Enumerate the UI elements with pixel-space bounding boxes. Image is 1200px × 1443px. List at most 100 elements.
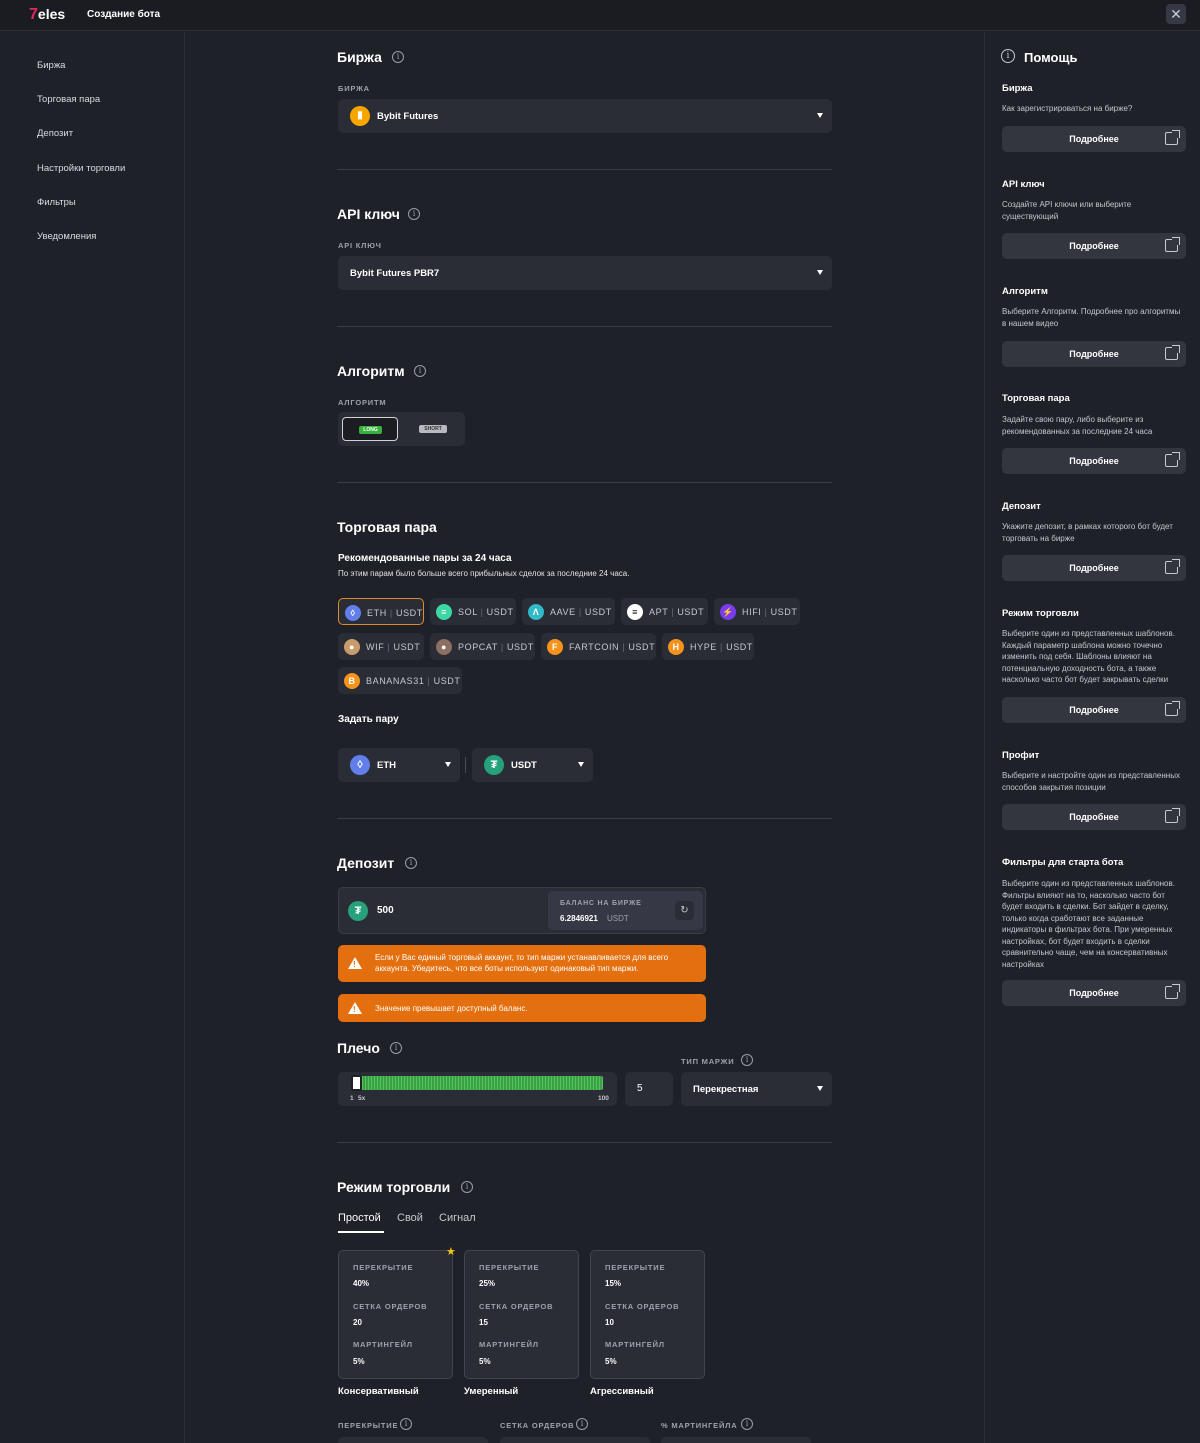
pair-chip-apt[interactable]: ≡ APT | USDT [621,598,708,625]
help-heading: API ключ [1002,179,1045,190]
info-icon[interactable]: i [741,1054,753,1066]
help-heading: Режим торговли [1002,608,1079,619]
sidebar-item-trading-settings[interactable]: Настройки торговли [37,163,125,174]
sidebar-item-deposit[interactable]: Депозит [37,128,73,139]
help-more-button[interactable]: Подробнее [1002,555,1186,581]
help-text: Укажите депозит, в рамках которого бот б… [1002,522,1173,543]
help-text: Выберите один из представленных шаблонов… [1002,879,1175,969]
margin-type-select[interactable]: Перекрестная [681,1072,832,1106]
base-coin-select[interactable]: ◊ ETH [338,748,460,782]
overlap-input[interactable] [338,1437,488,1443]
help-heading: Биржа [1002,83,1033,94]
pair-section-title: Торговая пара [337,519,437,535]
pair-chip-hifi[interactable]: ⚡ HIFI | USDT [714,598,800,625]
info-icon[interactable]: i [400,1418,412,1430]
warning-icon [348,1002,362,1015]
help-heading: Депозит [1002,501,1041,512]
help-more-button[interactable]: Подробнее [1002,233,1186,259]
api-section-title: API ключ [337,206,400,222]
help-heading: Алгоритм [1002,286,1048,297]
external-link-icon [1165,452,1180,467]
leverage-thumb[interactable] [351,1075,362,1091]
aave-icon: Λ [528,604,544,620]
grid-input[interactable] [500,1437,650,1443]
margin-type-value: Перекрестная [693,1084,759,1095]
external-link-icon [1165,984,1180,999]
base-coin-value: ETH [377,760,396,771]
eth-icon: ◊ [345,605,361,621]
help-more-button[interactable]: Подробнее [1002,804,1186,830]
help-more-button[interactable]: Подробнее [1002,448,1186,474]
pair-chip-eth[interactable]: ◊ ETH | USDT [338,598,424,625]
pair-chip-hype[interactable]: H HYPE | USDT [662,633,754,660]
info-icon[interactable]: i [405,857,417,869]
pair-chip-bananas31[interactable]: B BANANAS31 | USDT [338,667,462,694]
divider [337,1142,832,1143]
deposit-input[interactable]: 500 [377,905,394,916]
sidebar-item-filters[interactable]: Фильтры [37,197,76,208]
top-bar: 7eles Создание бота ✕ [0,0,1200,31]
info-icon[interactable]: i [408,208,420,220]
exchange-balance-box: БАЛАНС НА БИРЖЕ 6.2846921 USDT ↻ [548,891,703,930]
info-icon[interactable]: i [414,365,426,377]
external-link-icon [1165,808,1180,823]
info-icon[interactable]: i [741,1418,753,1430]
pair-chip-sol[interactable]: ≡ SOL | USDT [430,598,516,625]
info-icon[interactable]: i [390,1042,402,1054]
mode-card-conservative-name: Консервативный [338,1386,419,1397]
margin-warning: Если у Вас единый торговый аккаунт, то т… [338,945,706,982]
info-icon[interactable]: i [576,1418,588,1430]
algo-long-button[interactable]: LONG [342,417,398,441]
long-badge: LONG [359,426,382,434]
leverage-input[interactable]: 5 [625,1072,673,1106]
help-more-button[interactable]: Подробнее [1002,126,1186,152]
close-icon: ✕ [1170,6,1182,22]
help-more-button[interactable]: Подробнее [1002,341,1186,367]
sidebar-item-exchange[interactable]: Биржа [37,60,65,71]
close-button[interactable]: ✕ [1166,4,1186,24]
martingale-input[interactable] [661,1437,811,1443]
leverage-slider[interactable]: 1 5x 100 [338,1072,617,1106]
info-icon[interactable]: i [461,1181,473,1193]
api-key-select[interactable]: Bybit Futures PBR7 [338,256,832,290]
sidebar-item-notifications[interactable]: Уведомления [37,231,96,242]
balance-warning-text: Значение превышает доступный баланс. [375,1004,528,1013]
popcat-icon: ● [436,639,452,655]
exchange-select[interactable]: ▮ Bybit Futures [338,99,832,133]
tab-signal[interactable]: Сигнал [439,1212,476,1224]
logo[interactable]: 7eles [29,6,65,24]
help-text: Выберите и настройте один из представлен… [1002,771,1180,792]
leverage-min: 1 [350,1095,354,1102]
algo-section-title: Алгоритм [337,363,405,379]
sidebar-item-trading-pair[interactable]: Торговая пара [37,94,100,105]
algo-toggle: LONG SHORT [338,412,465,446]
usdt-icon: ₮ [348,901,368,921]
chevron-down-icon [578,762,584,767]
info-icon[interactable]: i [392,51,404,63]
help-more-button[interactable]: Подробнее [1002,697,1186,723]
margin-warning-text: Если у Вас единый торговый аккаунт, то т… [375,953,669,973]
pair-chip-fartcoin[interactable]: F FARTCOIN | USDT [541,633,656,660]
pair-chip-popcat[interactable]: ● POPCAT | USDT [430,633,535,660]
algo-short-button[interactable]: SHORT [404,417,461,441]
recommended-subtitle: По этим парам было больше всего прибыльн… [338,569,630,578]
mode-card-aggressive[interactable]: ПЕРЕКРЫТИЕ 15% СЕТКА ОРДЕРОВ 10 МАРТИНГЕ… [590,1250,705,1379]
balance-unit: USDT [607,914,629,923]
external-link-icon [1165,701,1180,716]
help-text: Выберите один из представленных шаблонов… [1002,629,1175,684]
mode-card-conservative[interactable]: ПЕРЕКРЫТИЕ 40% СЕТКА ОРДЕРОВ 20 МАРТИНГЕ… [338,1250,453,1379]
mode-card-moderate[interactable]: ПЕРЕКРЫТИЕ 25% СЕТКА ОРДЕРОВ 15 МАРТИНГЕ… [464,1250,579,1379]
leverage-max: 100 [598,1095,609,1102]
help-more-button[interactable]: Подробнее [1002,980,1186,1006]
refresh-icon[interactable]: ↻ [675,901,694,920]
pair-chip-wif[interactable]: ● WIF | USDT [338,633,424,660]
tab-custom[interactable]: Свой [397,1212,423,1224]
martingale-field-label: % МАРТИНГЕЙЛА [661,1421,738,1430]
help-text: Создайте API ключи или выберите существу… [1002,200,1132,221]
balance-warning: Значение превышает доступный баланс. [338,994,706,1022]
tab-simple[interactable]: Простой [338,1212,381,1224]
pair-chip-aave[interactable]: Λ AAVE | USDT [522,598,615,625]
external-link-icon [1165,559,1180,574]
quote-coin-select[interactable]: ₮ USDT [472,748,593,782]
chevron-down-icon [817,270,823,275]
